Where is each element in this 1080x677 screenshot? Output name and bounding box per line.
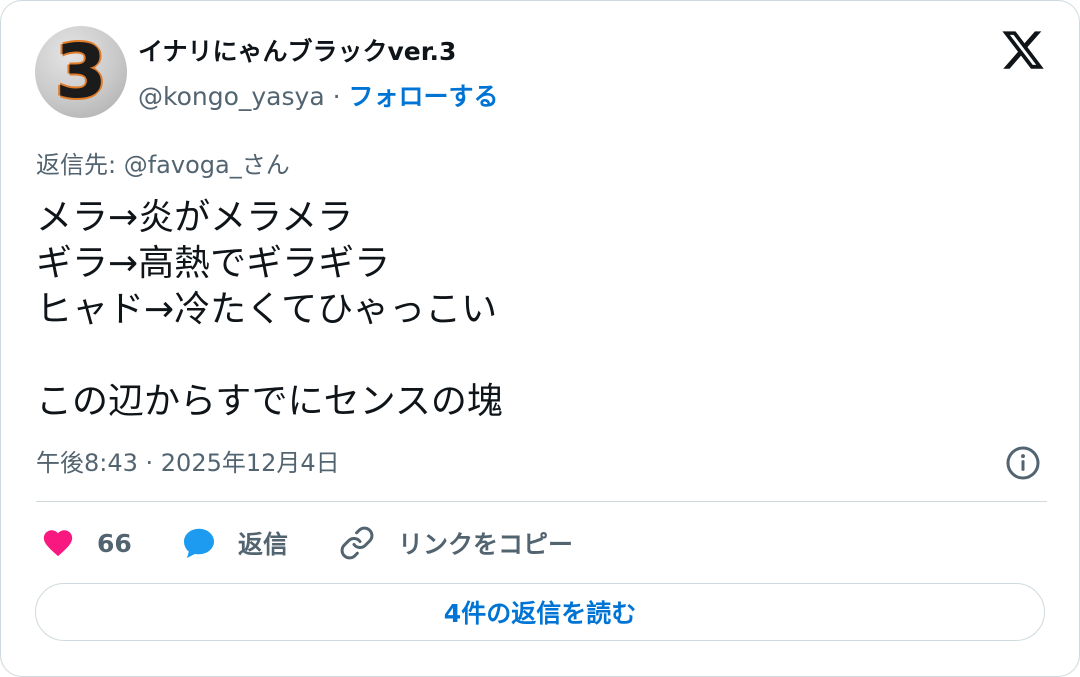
author-handle[interactable]: @kongo_yasya: [138, 82, 325, 111]
author-display-name[interactable]: イナリにゃんブラックver.3: [138, 35, 456, 69]
author-handle-row: @kongo_yasya · フォローする: [138, 81, 499, 113]
tweet-line: メラ→炎がメラメラ: [36, 197, 354, 238]
copy-link-button[interactable]: リンクをコピー: [338, 525, 573, 561]
tweet-timestamp[interactable]: 午後8:43 · 2025年12月4日: [36, 447, 340, 479]
reply-label: 返信: [238, 530, 289, 559]
like-button[interactable]: 66: [39, 525, 132, 561]
divider: [36, 501, 1047, 502]
tweet-line: この辺からすでにセンスの塊: [36, 381, 503, 422]
tweet-card: 3 イナリにゃんブラックver.3 @kongo_yasya · フォローする …: [0, 0, 1080, 677]
tweet-line: ギラ→高熱でギラギラ: [36, 243, 391, 284]
like-count: 66: [97, 528, 132, 558]
reply-bubble-icon: [184, 528, 214, 558]
follow-button[interactable]: フォローする: [349, 82, 499, 111]
heart-icon: [43, 530, 73, 557]
read-replies-button[interactable]: 4件の返信を読む: [35, 583, 1045, 641]
tweet-line: ヒャド→冷たくてひゃっこい: [36, 289, 498, 330]
avatar-jersey-number: 3: [55, 29, 107, 115]
x-logo-icon[interactable]: [999, 27, 1047, 73]
handle-separator: ·: [324, 82, 349, 111]
copy-link-label: リンクをコピー: [398, 530, 574, 559]
avatar[interactable]: 3: [35, 26, 127, 118]
info-icon[interactable]: [1005, 445, 1041, 481]
tweet-text: メラ→炎がメラメラ ギラ→高熱でギラギラ ヒャド→冷たくてひゃっこい この辺から…: [36, 195, 1036, 425]
tweet-line: [36, 333, 1036, 379]
reply-button[interactable]: 返信: [180, 525, 288, 561]
link-icon: [340, 526, 374, 560]
reply-to-label: 返信先: @favoga_さん: [36, 151, 290, 179]
